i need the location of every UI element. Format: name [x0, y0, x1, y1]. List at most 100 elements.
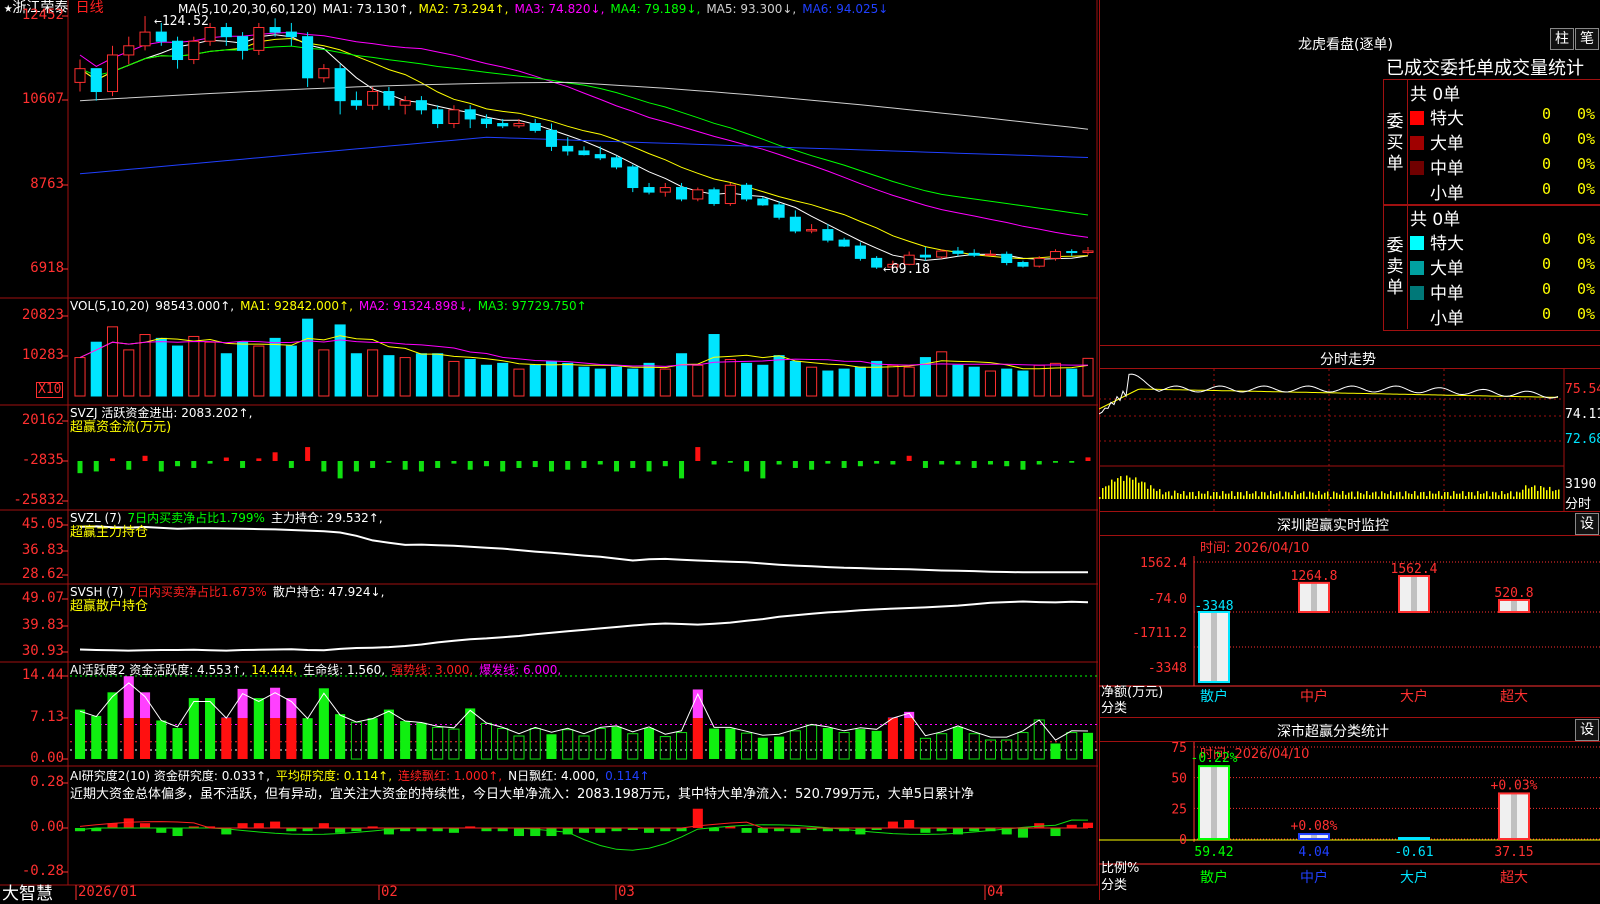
axis-tick-label: -0.28 [0, 863, 64, 879]
intraday-axis-label: 75.54 [1565, 382, 1600, 397]
order-count: 0 [1542, 155, 1551, 173]
intraday-volume-bar [1246, 491, 1248, 499]
axis-tick-label: 20162 [0, 412, 64, 428]
svzj-bar [858, 461, 863, 466]
classify-bar: -0.61大户 [1394, 838, 1433, 886]
intraday-volume-bar [1171, 496, 1173, 499]
main-header-item: MA2: 73.294↑, [419, 2, 509, 16]
candle-body [758, 199, 768, 205]
candle-body [790, 217, 800, 231]
order-row: 中单 [1410, 279, 1464, 304]
classify-change-label: +0.08% [1291, 819, 1338, 834]
svzj-bar [240, 461, 245, 468]
intraday-volume-bar [1405, 491, 1407, 499]
intraday-volume-bar [1117, 478, 1119, 499]
candle-body [1002, 254, 1012, 262]
candle-body [920, 255, 930, 257]
classify-bar-shade [1511, 793, 1517, 839]
monitor-settings-button[interactable]: 设 [1575, 513, 1599, 535]
candle-body [1083, 251, 1093, 253]
ai1-bar [75, 710, 85, 759]
candle-body [546, 130, 556, 146]
ai1-bar [335, 714, 345, 759]
order-percent: 0% [1577, 130, 1595, 148]
volume-bar [189, 336, 199, 396]
monitor-category-label: 中户 [1300, 688, 1328, 705]
classify-axis-label: 50 [1171, 772, 1187, 787]
order-percent: 0% [1577, 280, 1595, 298]
volume-bar [221, 354, 231, 396]
ai2-bar [156, 828, 166, 833]
intraday-volume-bar [1138, 483, 1140, 499]
intraday-volume-bar [1453, 491, 1455, 499]
ai1-bar [937, 734, 947, 759]
ai1-header-item: 14.444, [251, 663, 297, 677]
classify-settings-button[interactable]: 设 [1575, 719, 1599, 741]
intraday-volume-bar [1294, 491, 1296, 499]
candle-body [238, 37, 248, 51]
intraday-volume-bar [1279, 491, 1281, 499]
monitor-axis-label: -1711.2 [1132, 626, 1187, 641]
classify-category-label: 大户 [1400, 869, 1428, 886]
candle-body [839, 240, 849, 246]
bar-mode-button[interactable]: 柱 [1550, 28, 1574, 50]
intraday-chart[interactable] [1099, 369, 1600, 511]
ai1-bar [677, 733, 687, 759]
divider [1099, 511, 1600, 512]
svzj-bar [354, 461, 359, 471]
candle [107, 46, 117, 96]
intraday-volume-bar [1288, 492, 1290, 499]
candle [140, 16, 150, 50]
intraday-vol-label: 分时 [1565, 493, 1591, 512]
intraday-volume-bar [1132, 480, 1134, 499]
order-count: 0 [1542, 105, 1551, 123]
axis-tick-label: 10283 [0, 347, 64, 363]
period-label[interactable]: 日线 [76, 0, 104, 16]
candle [1067, 249, 1077, 256]
classify-category-label: 超大 [1500, 870, 1528, 886]
ai1-bar [498, 729, 508, 759]
main-header-item: MA3: 74.820↓, [514, 2, 604, 16]
ai1-bar [644, 728, 654, 759]
volume-bar [888, 365, 898, 396]
volume-bar [595, 369, 605, 396]
candle [920, 247, 930, 261]
candle-body [124, 46, 134, 55]
intraday-volume-bar [1126, 476, 1128, 499]
intraday-volume-bar [1339, 495, 1341, 499]
volume-bar [140, 335, 150, 396]
intraday-volume-bar [1201, 494, 1203, 499]
ai1-bar [758, 738, 768, 759]
svzl-subtitle: 超赢主力持仓 [70, 525, 148, 541]
svzj-bar [256, 458, 261, 461]
svzj-bar [419, 461, 424, 471]
ai1-bar [433, 727, 443, 759]
ma-header: MA(5,10,20,30,60,120)MA1: 73.130↑,MA2: 7… [178, 1, 894, 17]
intraday-volume-bar [1240, 492, 1242, 499]
tick-mode-button[interactable]: 笔 [1575, 28, 1599, 50]
intraday-volume-bar [1426, 496, 1428, 499]
ai1-bar [140, 718, 150, 759]
axis-tick-label: -2835 [0, 452, 64, 468]
intraday-volume-bar [1369, 495, 1371, 499]
candle [270, 18, 280, 36]
svzj-bar [744, 461, 749, 471]
axis-tick-label: 0.00 [0, 819, 64, 835]
monitor-value-label: 520.8 [1494, 586, 1533, 601]
order-percent: 0% [1577, 230, 1595, 248]
buy-orders-label: 委买单 [1385, 112, 1405, 175]
dragon-tiger-title: 龙虎看盘(逐单) [1298, 34, 1393, 54]
intraday-volume-bar [1270, 491, 1272, 499]
volume-bar [628, 369, 638, 396]
intraday-volume-bar [1402, 496, 1404, 499]
kline-chart-area[interactable] [0, 0, 1098, 900]
intraday-volume-bar [1351, 492, 1353, 499]
axis-tick-label: 28.62 [0, 566, 64, 582]
axis-tick-label: 49.07 [0, 590, 64, 606]
intraday-volume-bar [1135, 477, 1137, 499]
intraday-volume-bar [1102, 488, 1104, 499]
intraday-volume-bar [1438, 491, 1440, 499]
candle-body [384, 92, 394, 106]
svzj-bar [94, 461, 99, 471]
svzj-bar [1004, 461, 1009, 466]
